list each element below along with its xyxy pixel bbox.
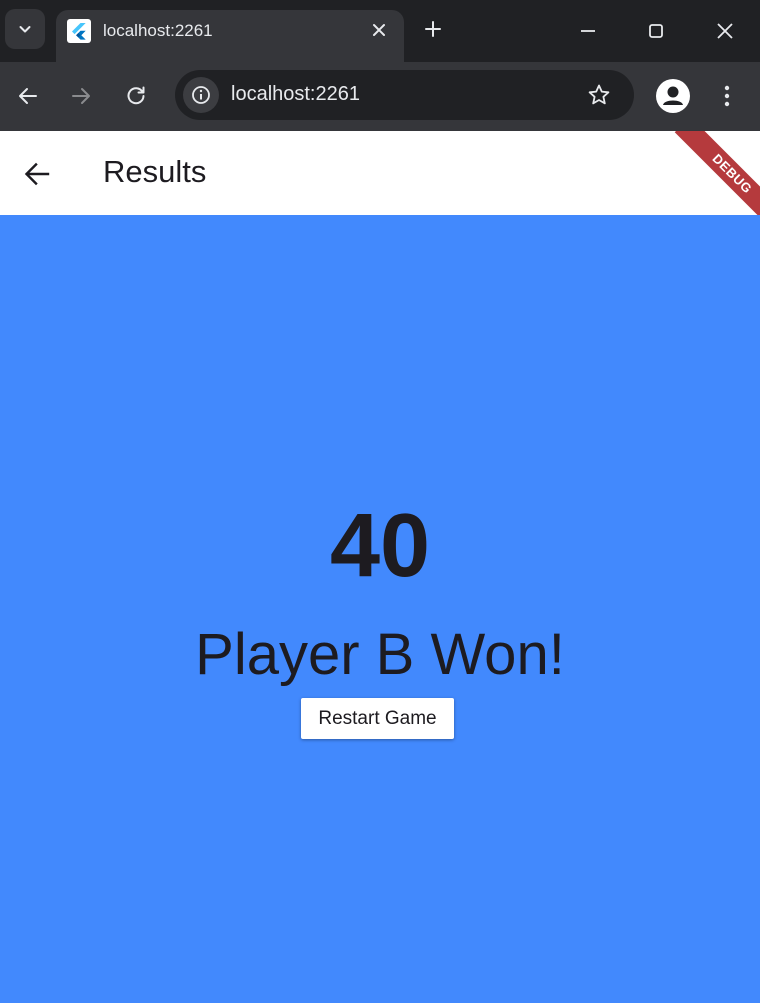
- score-value: 40: [329, 496, 431, 596]
- results-screen: 40 Player B Won! Restart Game: [0, 215, 760, 1003]
- winner-message: Player B Won!: [195, 622, 565, 687]
- back-button[interactable]: [10, 78, 46, 114]
- profile-button[interactable]: [656, 79, 690, 113]
- chevron-down-icon: [19, 26, 31, 33]
- maximize-button[interactable]: [633, 12, 679, 50]
- page-title: Results: [103, 154, 207, 189]
- forward-button[interactable]: [63, 78, 99, 114]
- info-icon: [192, 86, 210, 104]
- browser-tab[interactable]: localhost:2261: [56, 10, 404, 62]
- close-icon: [373, 24, 385, 36]
- debug-banner: DEBUG: [674, 131, 760, 215]
- arrow-left-icon: [24, 162, 50, 186]
- url-text[interactable]: localhost:2261: [231, 83, 360, 106]
- address-bar[interactable]: localhost:2261: [175, 70, 634, 120]
- tab-close-button[interactable]: [368, 19, 390, 41]
- person-icon: [663, 86, 683, 105]
- browser-tab-strip: localhost:2261: [0, 0, 760, 62]
- close-icon: [717, 23, 733, 39]
- minimize-button[interactable]: [565, 12, 611, 50]
- browser-menu-button[interactable]: [712, 79, 742, 113]
- star-icon: [588, 84, 610, 105]
- app-bar: Results DEBUG: [0, 131, 760, 215]
- flutter-icon: [67, 19, 91, 43]
- plus-icon: [425, 21, 441, 37]
- arrow-right-icon: [72, 88, 90, 104]
- maximize-icon: [649, 24, 663, 38]
- app-back-button[interactable]: [16, 153, 58, 195]
- restart-game-button[interactable]: Restart Game: [301, 698, 454, 739]
- more-vertical-icon: [724, 85, 730, 107]
- bookmark-button[interactable]: [586, 82, 612, 108]
- new-tab-button[interactable]: [420, 16, 446, 42]
- reload-icon: [127, 86, 145, 105]
- browser-toolbar: localhost:2261: [0, 62, 760, 131]
- tab-search-button[interactable]: [5, 9, 45, 49]
- tab-title: localhost:2261: [103, 21, 213, 40]
- window-close-button[interactable]: [702, 12, 748, 50]
- site-info-button[interactable]: [183, 77, 219, 113]
- reload-button[interactable]: [118, 78, 154, 114]
- minimize-icon: [581, 30, 595, 32]
- arrow-left-icon: [19, 88, 37, 104]
